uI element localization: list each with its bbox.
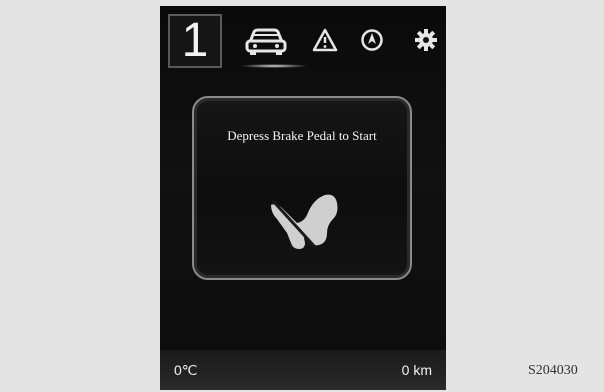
message-panel: Depress Brake Pedal to Start — [192, 96, 412, 280]
status-bar: 0℃ 0 km — [160, 350, 446, 390]
figure-code: S204030 — [528, 363, 578, 378]
warning-triangle-icon[interactable] — [312, 28, 338, 52]
selected-tab-indicator — [240, 64, 308, 68]
cluster-display: 1 Depress Brake Pedal to Start 0℃ 0 km — [160, 6, 446, 390]
settings-gear-icon[interactable] — [414, 28, 438, 52]
car-icon[interactable] — [244, 26, 288, 56]
navigation-compass-icon[interactable] — [360, 28, 384, 52]
outside-temperature: 0℃ — [174, 362, 198, 378]
brake-pedal-icon — [269, 193, 341, 257]
gear-indicator: 1 — [168, 14, 222, 68]
message-text: Depress Brake Pedal to Start — [227, 128, 377, 143]
trip-odometer: 0 km — [401, 362, 432, 378]
